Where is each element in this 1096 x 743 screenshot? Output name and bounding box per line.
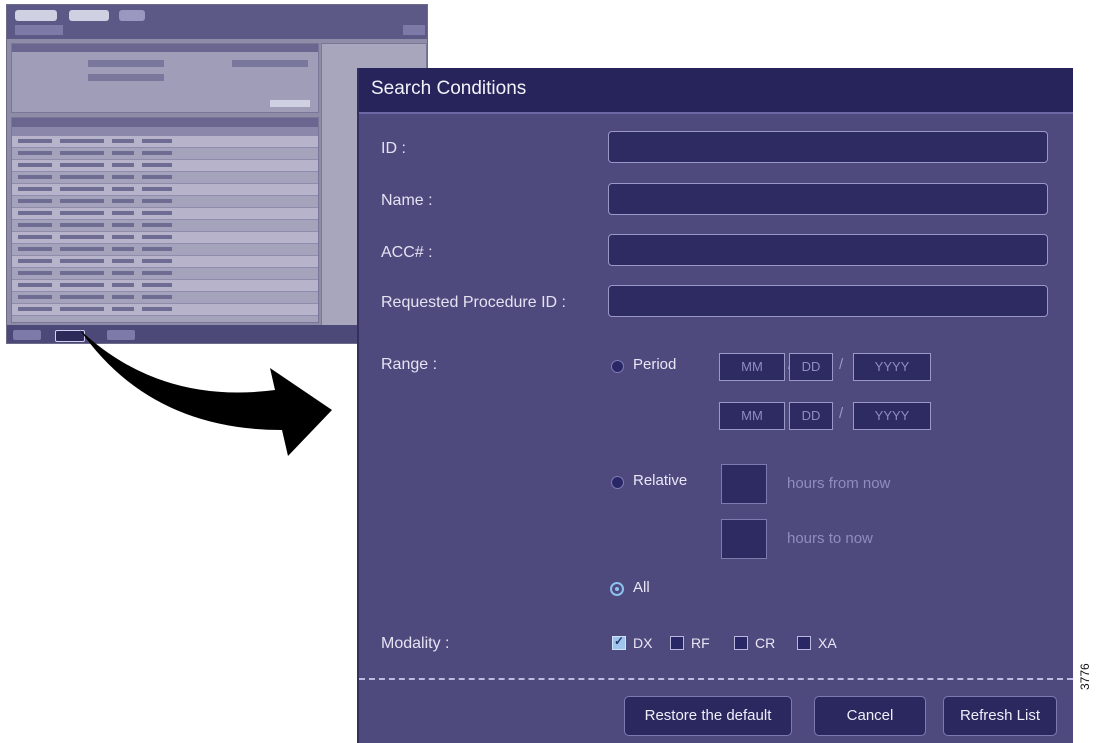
period-end-year[interactable]: YYYY <box>853 402 931 430</box>
range-label: Range : <box>381 356 438 373</box>
search-conditions-dialog: Search Conditions ID : Name : ACC# : Req… <box>357 68 1073 743</box>
dialog-title: Search Conditions <box>371 78 527 99</box>
thumbnail-tab <box>15 10 57 21</box>
hours-to-now-input[interactable] <box>721 519 767 559</box>
period-start-year[interactable]: YYYY <box>853 353 931 381</box>
period-label: Period <box>633 356 677 373</box>
hours-from-now-input[interactable] <box>721 464 767 504</box>
period-start-month[interactable]: MM <box>719 353 785 381</box>
name-field[interactable] <box>608 183 1048 215</box>
modality-option-rf: RF <box>691 635 710 651</box>
cancel-button[interactable]: Cancel <box>814 696 926 736</box>
modality-checkbox-xa[interactable] <box>797 636 811 650</box>
date-separator: / <box>839 356 844 373</box>
id-label: ID : <box>381 140 406 157</box>
relative-radio[interactable] <box>611 476 624 489</box>
thumbnail-corner-button <box>403 25 425 35</box>
modality-checkbox-rf[interactable] <box>670 636 684 650</box>
acc-label: ACC# : <box>381 244 433 261</box>
hours-from-now-label: hours from now <box>787 475 891 492</box>
hours-to-now-label: hours to now <box>787 530 873 547</box>
period-end-month[interactable]: MM <box>719 402 785 430</box>
restore-default-button[interactable]: Restore the default <box>624 696 792 736</box>
name-label: Name : <box>381 192 433 209</box>
dialog-title-bar: Search Conditions <box>359 68 1073 114</box>
modality-checkbox-cr[interactable] <box>734 636 748 650</box>
modality-option-cr: CR <box>755 635 776 651</box>
thumbnail-button <box>13 330 41 340</box>
id-field[interactable] <box>608 131 1048 163</box>
period-end-day[interactable]: DD <box>789 402 833 430</box>
requested-procedure-id-label: Requested Procedure ID : <box>381 294 566 311</box>
thumbnail-tab <box>69 10 109 21</box>
thumbnail-subtab <box>69 25 113 35</box>
relative-label: Relative <box>633 472 688 489</box>
acc-field[interactable] <box>608 234 1048 266</box>
period-start-day[interactable]: DD <box>789 353 833 381</box>
thumbnail-top-bar <box>7 5 427 39</box>
modality-checkbox-dx[interactable] <box>612 634 626 650</box>
thumbnail-worklist <box>11 117 319 323</box>
period-radio[interactable] <box>611 360 624 373</box>
thumbnail-tab <box>119 10 145 21</box>
refresh-list-button[interactable]: Refresh List <box>943 696 1057 736</box>
modality-option-xa: XA <box>818 635 837 651</box>
modality-option-dx: DX <box>633 635 653 651</box>
curved-arrow-icon <box>80 330 332 456</box>
requested-procedure-id-field[interactable] <box>608 285 1048 317</box>
footer-divider <box>359 678 1073 680</box>
thumbnail-search-panel <box>11 43 319 113</box>
date-separator: / <box>839 405 844 422</box>
figure-code: 3776 <box>1078 663 1092 690</box>
modality-label: Modality : <box>381 635 450 652</box>
thumbnail-subtab <box>15 25 63 35</box>
all-radio[interactable] <box>610 582 624 596</box>
all-label: All <box>633 579 650 596</box>
